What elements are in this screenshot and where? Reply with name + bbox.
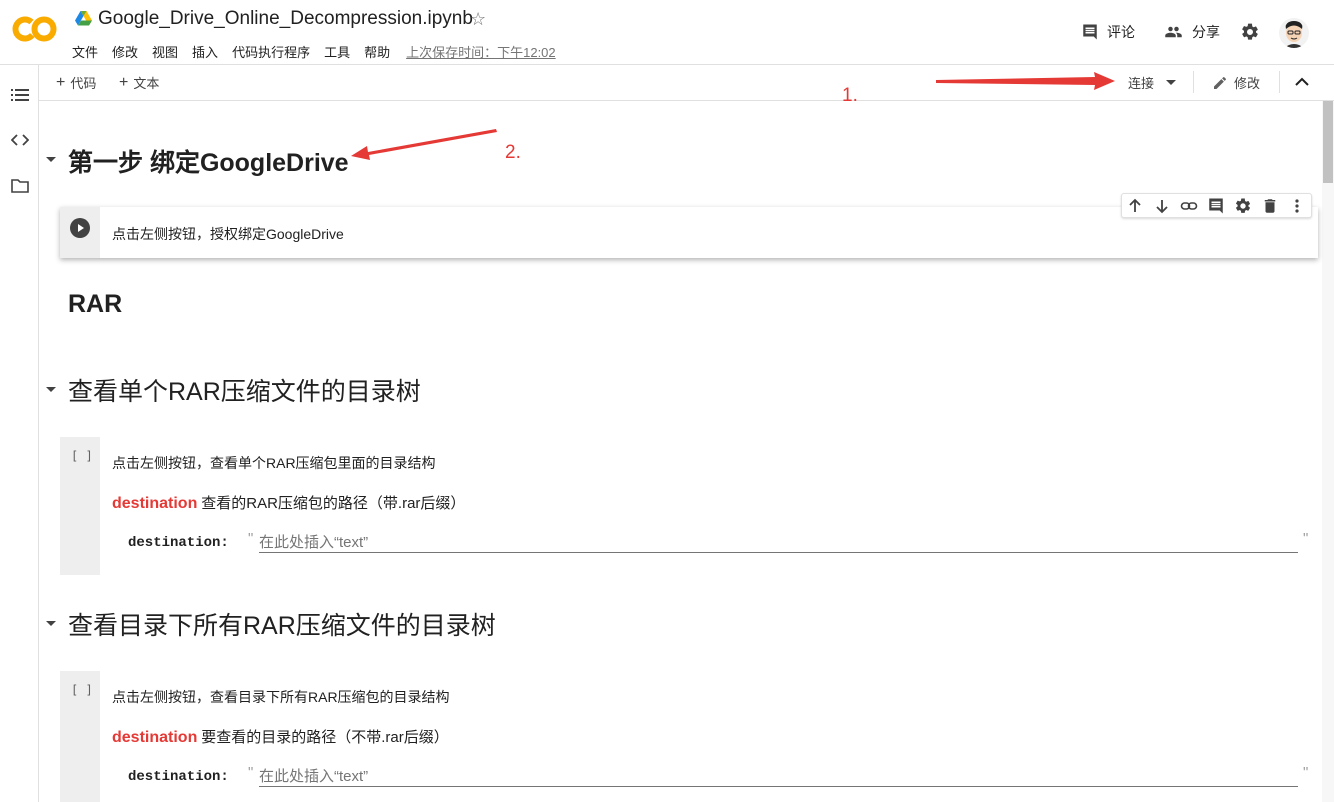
share-label: 分享 [1192, 24, 1220, 40]
destination-description: 查看的RAR压缩包的路径（带.rar后缀） [201, 495, 466, 512]
cell-gutter[interactable]: [ ] [60, 671, 100, 802]
rar-heading: RAR [68, 290, 123, 318]
cell-gutter [60, 207, 100, 258]
toc-icon[interactable] [11, 87, 29, 103]
add-code-label: 代码 [70, 76, 97, 91]
run-icon[interactable] [70, 218, 90, 238]
cell-run-bracket[interactable]: [ ] [71, 449, 93, 463]
destination-note: destination 查看的RAR压缩包的路径（带.rar后缀） [112, 492, 465, 513]
annotation-arrow-2 [351, 129, 497, 160]
quote-mark: " [1303, 530, 1309, 547]
gear-icon[interactable] [1240, 22, 1260, 42]
dropdown-icon[interactable] [1166, 79, 1177, 86]
notebook-toolbar: + 代码 + 文本 连接 修改 [39, 65, 1334, 101]
share-button[interactable]: 分享 [1163, 22, 1220, 42]
annotation-label-2: 2. [505, 142, 521, 163]
cell-toolbar [1121, 193, 1312, 218]
link-icon[interactable] [1180, 197, 1198, 215]
app-header: Google_Drive_Online_Decompression.ipynb … [0, 0, 1334, 65]
add-text-button[interactable]: + 文本 [119, 73, 159, 92]
scrollbar-thumb[interactable] [1323, 101, 1333, 183]
destination-input[interactable] [259, 532, 1298, 553]
edit-label: 修改 [1234, 76, 1261, 91]
collapse-section-icon[interactable] [46, 157, 56, 162]
section-heading: 查看目录下所有RAR压缩文件的目录树 [68, 612, 496, 640]
left-rail [0, 65, 39, 802]
comment-cell-icon[interactable] [1207, 197, 1225, 215]
param-label: destination: [128, 535, 229, 551]
collapse-icon[interactable] [1295, 77, 1309, 87]
cell-description: 点击左侧按钮，查看目录下所有RAR压缩包的目录结构 [112, 689, 450, 705]
comment-icon [1083, 24, 1097, 40]
move-down-icon[interactable] [1153, 197, 1171, 215]
drive-icon[interactable] [75, 11, 92, 26]
collapse-section-icon[interactable] [46, 387, 56, 392]
edit-button[interactable]: 修改 [1212, 73, 1260, 92]
section-heading: 查看单个RAR压缩文件的目录树 [68, 378, 421, 406]
destination-input[interactable] [259, 766, 1298, 787]
comment-label: 评论 [1107, 24, 1135, 40]
more-vert-icon[interactable] [1288, 197, 1306, 215]
destination-description: 要查看的目录的路径（不带.rar后缀） [201, 729, 449, 746]
menu-edit[interactable]: 修改 [112, 42, 138, 61]
scrollbar-track[interactable] [1322, 101, 1334, 802]
menu-view[interactable]: 视图 [152, 42, 178, 61]
plus-icon: + [56, 74, 66, 91]
toolbar-divider [1193, 71, 1194, 93]
connect-label: 连接 [1128, 76, 1155, 91]
menu-bar: 文件 修改 视图 插入 代码执行程序 工具 帮助 上次保存时间：下午12:02 [72, 42, 570, 61]
comment-button[interactable]: 评论 [1081, 22, 1135, 42]
add-code-button[interactable]: + 代码 [56, 73, 96, 92]
collapse-section-icon[interactable] [46, 621, 56, 626]
menu-file[interactable]: 文件 [72, 42, 98, 61]
cell-description: 点击左侧按钮，查看单个RAR压缩包里面的目录结构 [112, 455, 436, 471]
destination-keyword: destination [112, 729, 198, 746]
delete-icon[interactable] [1261, 197, 1279, 215]
menu-insert[interactable]: 插入 [192, 42, 218, 61]
section-heading: 第一步 绑定GoogleDrive [68, 149, 349, 177]
move-up-icon[interactable] [1126, 197, 1144, 215]
add-text-label: 文本 [133, 76, 160, 91]
cell-gutter[interactable]: [ ] [60, 437, 100, 575]
colab-logo[interactable] [12, 11, 58, 47]
destination-note: destination 要查看的目录的路径（不带.rar后缀） [112, 726, 449, 747]
settings-cell-icon[interactable] [1234, 197, 1252, 215]
plus-icon: + [119, 74, 129, 91]
star-icon[interactable]: ☆ [470, 9, 486, 30]
avatar[interactable] [1279, 18, 1309, 48]
share-icon [1165, 26, 1182, 38]
destination-keyword: destination [112, 495, 198, 512]
pencil-icon [1214, 76, 1227, 89]
menu-help[interactable]: 帮助 [364, 42, 390, 61]
code-snippets-icon[interactable] [11, 133, 29, 147]
cell-run-bracket[interactable]: [ ] [71, 683, 93, 697]
toolbar-divider [1279, 71, 1280, 93]
param-label: destination: [128, 769, 229, 785]
quote-mark: " [248, 764, 254, 781]
annotation-label-1: 1. [842, 85, 858, 106]
files-icon[interactable] [11, 179, 29, 193]
connect-button[interactable]: 连接 [1128, 73, 1177, 92]
cell-description: 点击左侧按钮，授权绑定GoogleDrive [112, 226, 344, 242]
menu-runtime[interactable]: 代码执行程序 [232, 42, 310, 61]
quote-mark: " [1303, 764, 1309, 781]
last-saved-link[interactable]: 上次保存时间：下午12:02 [406, 42, 556, 61]
quote-mark: " [248, 530, 254, 547]
menu-tools[interactable]: 工具 [324, 42, 350, 61]
notebook-title[interactable]: Google_Drive_Online_Decompression.ipynb [98, 8, 473, 30]
